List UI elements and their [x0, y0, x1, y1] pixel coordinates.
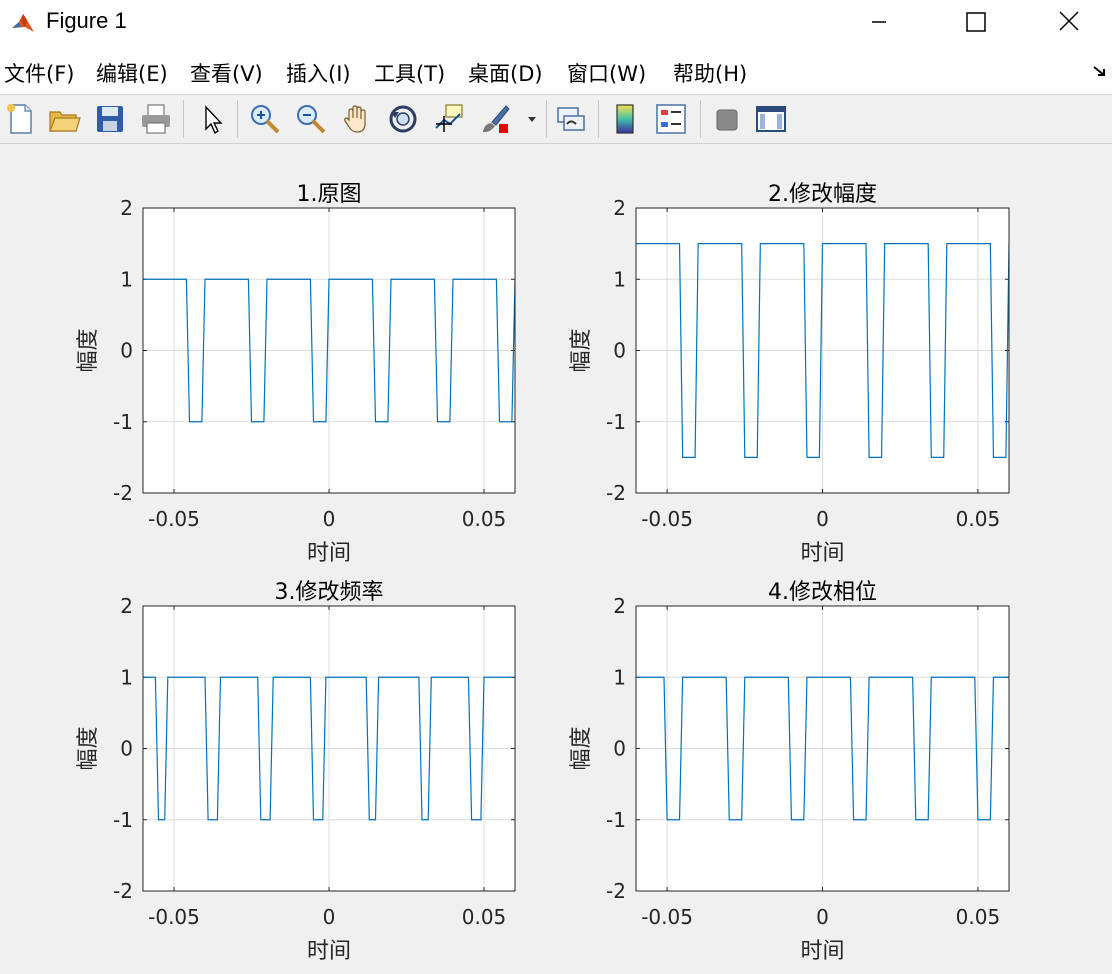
menu-window[interactable]: 窗口(W): [567, 58, 646, 88]
dock-arrow-icon[interactable]: [1092, 64, 1108, 80]
y-tick-label: -2: [113, 879, 133, 903]
x-axis-label: 时间: [800, 939, 844, 964]
y-tick-label: 1: [120, 665, 133, 689]
menu-desktop[interactable]: 桌面(D): [468, 58, 543, 88]
link-plot-icon[interactable]: [554, 102, 588, 136]
x-axis-label: 时间: [307, 939, 351, 964]
y-tick-label: 2: [120, 594, 133, 618]
toolbar-separator: [598, 100, 599, 138]
menu-edit[interactable]: 编辑(E): [96, 58, 168, 88]
x-tick-label: -0.05: [148, 905, 200, 929]
y-axis-label: 幅度: [569, 328, 594, 372]
y-axis-label: 幅度: [76, 726, 101, 770]
x-tick-label: -0.05: [148, 507, 200, 531]
x-tick-label: 0.05: [462, 905, 507, 929]
maximize-icon: [966, 12, 986, 32]
x-tick-label: -0.05: [641, 507, 693, 531]
print-icon[interactable]: [139, 102, 173, 136]
axes-3[interactable]: -0.05 0 0.05 2 1 0 -1 -2 3.修改频率时间 幅度: [76, 580, 516, 964]
y-tick-label: -2: [113, 481, 133, 505]
minimize-button[interactable]: [856, 0, 902, 44]
x-tick-label: 0: [323, 507, 336, 531]
x-tick-label: 0: [323, 905, 336, 929]
y-tick-label: 1: [613, 665, 626, 689]
menu-tools[interactable]: 工具(T): [374, 58, 445, 88]
y-tick-label: 0: [120, 339, 133, 363]
colorbar-icon[interactable]: [608, 102, 642, 136]
toolbar-separator: [700, 100, 701, 138]
figure-canvas: -0.05 0 0.05210-1-21.原图时间幅度-0.05 0 0.05210-1…: [76, 182, 1010, 964]
axes-title: 1.原图: [297, 182, 362, 207]
window-title: Figure 1: [46, 8, 127, 33]
show-plot-tools-icon[interactable]: [754, 102, 788, 136]
y-tick-label: -1: [606, 808, 626, 832]
axes-title: 4.修改相位: [768, 580, 877, 605]
y-tick-label: -1: [113, 410, 133, 434]
title-bar: [0, 0, 1112, 44]
menu-view[interactable]: 查看(V): [190, 58, 263, 88]
rotate-3d-icon[interactable]: [386, 102, 420, 136]
maximize-button[interactable]: [952, 0, 998, 44]
axes-4[interactable]: -0.05 0 0.05 2 1 0 -1 -2 4.修改相位时间 幅度: [569, 580, 1010, 964]
y-tick-label: -2: [606, 879, 626, 903]
y-tick-label: -2: [606, 481, 626, 505]
zoom-out-icon[interactable]: [294, 102, 328, 136]
toolbar-separator: [183, 100, 184, 138]
menu-file[interactable]: 文件(F): [4, 58, 74, 88]
matlab-icon: [10, 10, 36, 36]
toolbar-separator: [237, 100, 238, 138]
brush-icon[interactable]: [478, 102, 512, 136]
y-tick-label: -1: [113, 808, 133, 832]
axes-title: 2.修改幅度: [768, 182, 877, 207]
close-button[interactable]: [1046, 0, 1092, 44]
hide-plot-tools-icon[interactable]: [710, 102, 744, 136]
menu-insert[interactable]: 插入(I): [286, 58, 351, 88]
y-tick-label: -1: [606, 410, 626, 434]
x-axis-label: 时间: [307, 541, 351, 566]
pointer-icon[interactable]: [195, 102, 229, 136]
y-tick-label: 2: [613, 594, 626, 618]
toolbar-separator: [546, 100, 547, 138]
minimize-icon: [872, 21, 886, 23]
axes-2[interactable]: -0.05 0 0.05 2 1 0 -1 -2 2.修改幅度时间 幅度: [569, 182, 1010, 566]
y-axis-label: 幅度: [569, 726, 594, 770]
y-tick-label: 2: [120, 196, 133, 220]
x-tick-label: -0.05: [641, 905, 693, 929]
legend-icon[interactable]: [654, 102, 688, 136]
x-axis-label: 时间: [800, 541, 844, 566]
x-tick-label: 0.05: [462, 507, 507, 531]
axes-1[interactable]: -0.05 0 0.05 2 1 0 -1 -2 1.原图时间 幅度: [76, 182, 516, 566]
y-tick-label: 1: [613, 267, 626, 291]
x-tick-label: 0.05: [956, 507, 1001, 531]
x-tick-label: 0: [816, 507, 829, 531]
close-icon: [1059, 11, 1079, 31]
save-icon[interactable]: [93, 102, 127, 136]
y-tick-label: 0: [120, 737, 133, 761]
brush-dropdown-icon[interactable]: [522, 102, 542, 136]
y-tick-label: 0: [613, 339, 626, 363]
zoom-in-icon[interactable]: [248, 102, 282, 136]
y-tick-label: 2: [613, 196, 626, 220]
x-tick-label: 0.05: [956, 905, 1001, 929]
open-file-icon[interactable]: [47, 102, 81, 136]
y-axis-label: 幅度: [76, 328, 101, 372]
data-cursor-icon[interactable]: [432, 102, 466, 136]
menu-help[interactable]: 帮助(H): [673, 58, 747, 88]
axes-title: 3.修改频率: [275, 580, 384, 605]
y-tick-label: 1: [120, 267, 133, 291]
x-tick-label: 0: [816, 905, 829, 929]
y-tick-label: 0: [613, 737, 626, 761]
pan-hand-icon[interactable]: [340, 102, 374, 136]
new-figure-icon[interactable]: [3, 102, 37, 136]
